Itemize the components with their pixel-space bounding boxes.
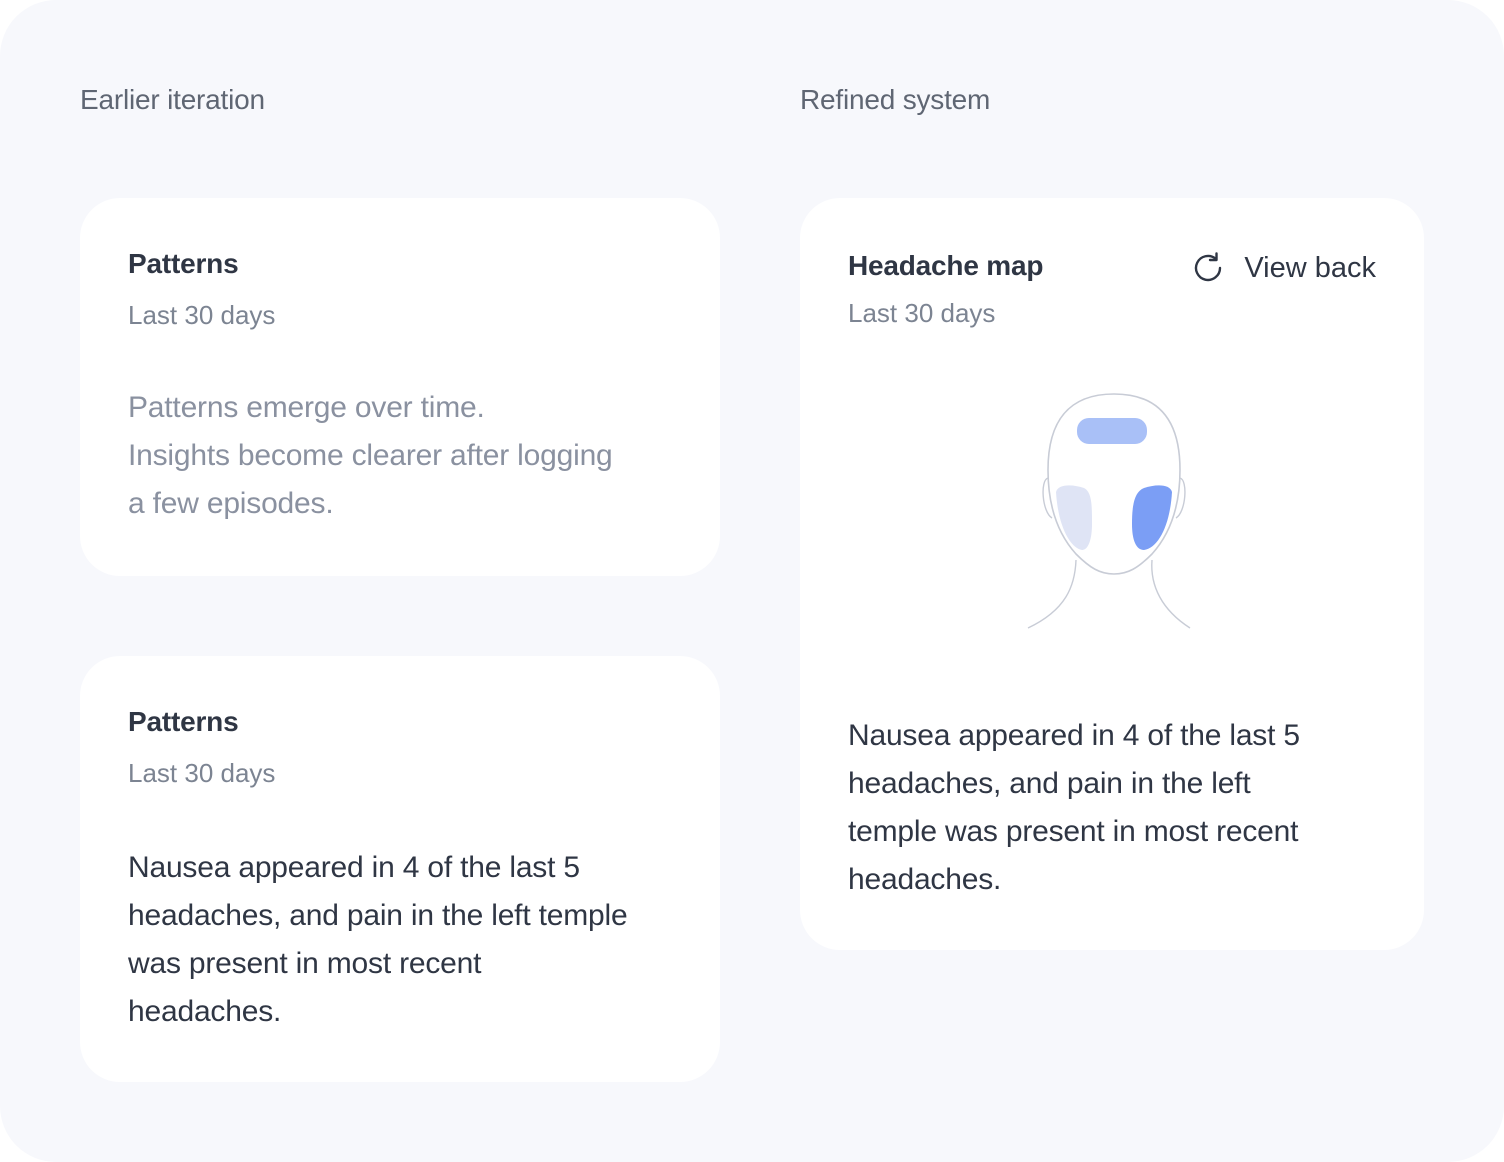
forehead-region	[1077, 418, 1147, 444]
body-line: headaches.	[848, 863, 1002, 896]
comparison-frame: Earlier iteration Refined system Pattern…	[0, 0, 1504, 1162]
neck-right-line	[1151, 559, 1191, 629]
view-back-button[interactable]: View back	[1190, 246, 1376, 290]
card-body: Patterns emerge over time. Insights beco…	[128, 384, 688, 528]
body-line: headaches.	[128, 995, 282, 1028]
head-diagram	[1027, 393, 1191, 629]
card-subtitle: Last 30 days	[848, 298, 996, 328]
body-line: headaches, and pain in the left	[848, 767, 1251, 800]
body-line: temple was present in most recent	[848, 815, 1299, 848]
refresh-icon	[1195, 252, 1222, 282]
patterns-insight-card: Patterns Last 30 days Nausea appeared in…	[80, 656, 720, 1082]
card-subtitle: Last 30 days	[128, 758, 276, 788]
body-line: headaches, and pain in the left temple	[128, 899, 628, 932]
card-body: Nausea appeared in 4 of the last 5 heada…	[848, 712, 1368, 904]
card-title: Patterns	[128, 706, 239, 737]
patterns-empty-card: Patterns Last 30 days Patterns emerge ov…	[80, 198, 720, 576]
headache-map-card: Headache map Last 30 days View back Naus	[800, 198, 1424, 950]
card-subtitle: Last 30 days	[128, 300, 276, 330]
left-temple-region	[1132, 485, 1172, 550]
refined-system-heading: Refined system	[800, 84, 991, 115]
card-title: Patterns	[128, 248, 239, 279]
body-line: Insights become clearer after logging	[128, 439, 613, 472]
body-line: a few episodes.	[128, 487, 334, 520]
body-line: Patterns emerge over time.	[128, 391, 485, 424]
card-title: Headache map	[848, 250, 1044, 281]
right-temple-region	[1056, 485, 1092, 550]
body-line: Nausea appeared in 4 of the last 5	[848, 719, 1300, 752]
earlier-iteration-heading: Earlier iteration	[80, 84, 265, 115]
body-line: was present in most recent	[128, 947, 482, 980]
card-body: Nausea appeared in 4 of the last 5 heada…	[128, 844, 688, 1036]
neck-left-line	[1027, 559, 1077, 629]
view-back-label: View back	[1244, 251, 1376, 284]
body-line: Nausea appeared in 4 of the last 5	[128, 851, 580, 884]
